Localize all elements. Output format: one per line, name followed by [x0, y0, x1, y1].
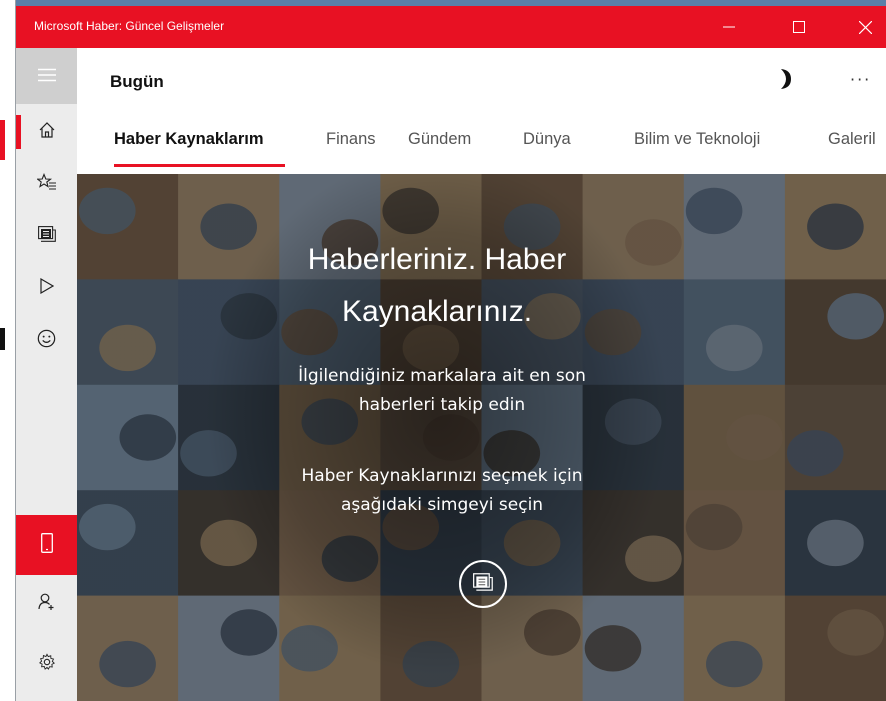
title-bar[interactable]: Microsoft Haber: Güncel Gelişmeler — [16, 6, 886, 48]
hero-heading: Haberleriniz. Haber Kaynaklarınız. — [282, 234, 592, 338]
minimize-icon — [723, 21, 735, 33]
moon-icon[interactable] — [780, 68, 792, 94]
hamburger-icon — [37, 67, 56, 86]
tab-gundem[interactable]: Gündem — [408, 130, 471, 149]
video-icon — [39, 277, 54, 298]
close-button[interactable] — [842, 6, 886, 48]
tab-galeriler[interactable]: Galeril — [828, 130, 876, 149]
desktop-edge-mark — [0, 120, 5, 160]
settings-icon — [38, 653, 56, 675]
tab-haber-kaynaklarim[interactable]: Haber Kaynaklarım — [114, 130, 264, 149]
page-title: Bugün — [110, 72, 164, 91]
hero-banner: Haberleriniz. Haber Kaynaklarınız. İlgil… — [77, 174, 886, 701]
sidebar-item-home[interactable] — [16, 106, 77, 158]
news-sources-icon — [473, 573, 493, 595]
sidebar — [16, 48, 77, 701]
minimize-button[interactable] — [706, 6, 752, 48]
favorites-icon — [35, 173, 57, 195]
active-tab-indicator — [114, 164, 285, 167]
tab-dunya[interactable]: Dünya — [523, 130, 571, 149]
hero-instruction: Haber Kaynaklarınızı seçmek için aşağıda… — [272, 462, 612, 520]
hamburger-menu-button[interactable] — [16, 48, 77, 104]
sidebar-item-news-sources[interactable] — [16, 210, 77, 262]
app-window: Microsoft Haber: Güncel Gelişmeler Bugün… — [16, 0, 886, 701]
smiley-icon — [37, 329, 56, 352]
sidebar-item-video[interactable] — [16, 262, 77, 314]
tab-finans[interactable]: Finans — [326, 130, 376, 149]
window-title: Microsoft Haber: Güncel Gelişmeler — [34, 19, 225, 33]
news-sources-icon — [37, 226, 56, 246]
sidebar-item-settings[interactable] — [16, 638, 77, 690]
hero-subtitle: İlgilendiğiniz markalara ait en son habe… — [272, 362, 612, 420]
add-person-icon — [37, 593, 56, 615]
sidebar-item-account[interactable] — [16, 578, 77, 630]
hero-subtitle-line: haberleri takip edin — [358, 395, 526, 415]
close-icon — [858, 20, 872, 34]
maximize-icon — [793, 21, 805, 33]
hero-subtitle-line: İlgilendiğiniz markalara ait en son — [298, 366, 586, 386]
sidebar-item-interests[interactable] — [16, 314, 77, 366]
hero-heading-line: Haberleriniz. Haber — [307, 243, 567, 276]
maximize-button[interactable] — [776, 6, 822, 48]
main-content: Bugün ··· Haber Kaynaklarım Finans Günde… — [77, 48, 886, 701]
sidebar-item-favorites[interactable] — [16, 158, 77, 210]
section-tabs: Haber Kaynaklarım Finans Gündem Dünya Bi… — [77, 126, 886, 172]
home-icon — [38, 121, 56, 143]
hero-heading-line: Kaynaklarınız. — [341, 295, 533, 328]
hero-instruction-line: Haber Kaynaklarınızı seçmek için — [301, 466, 583, 486]
choose-sources-button[interactable] — [459, 560, 507, 608]
sidebar-item-phone[interactable] — [16, 515, 77, 575]
tab-bilim-ve-teknoloji[interactable]: Bilim ve Teknoloji — [634, 130, 760, 149]
phone-icon — [40, 533, 53, 557]
hero-instruction-line: aşağıdaki simgeyi seçin — [340, 495, 544, 515]
more-icon[interactable]: ··· — [850, 70, 871, 89]
desktop-background — [0, 0, 16, 701]
desktop-edge-mark — [0, 328, 5, 350]
